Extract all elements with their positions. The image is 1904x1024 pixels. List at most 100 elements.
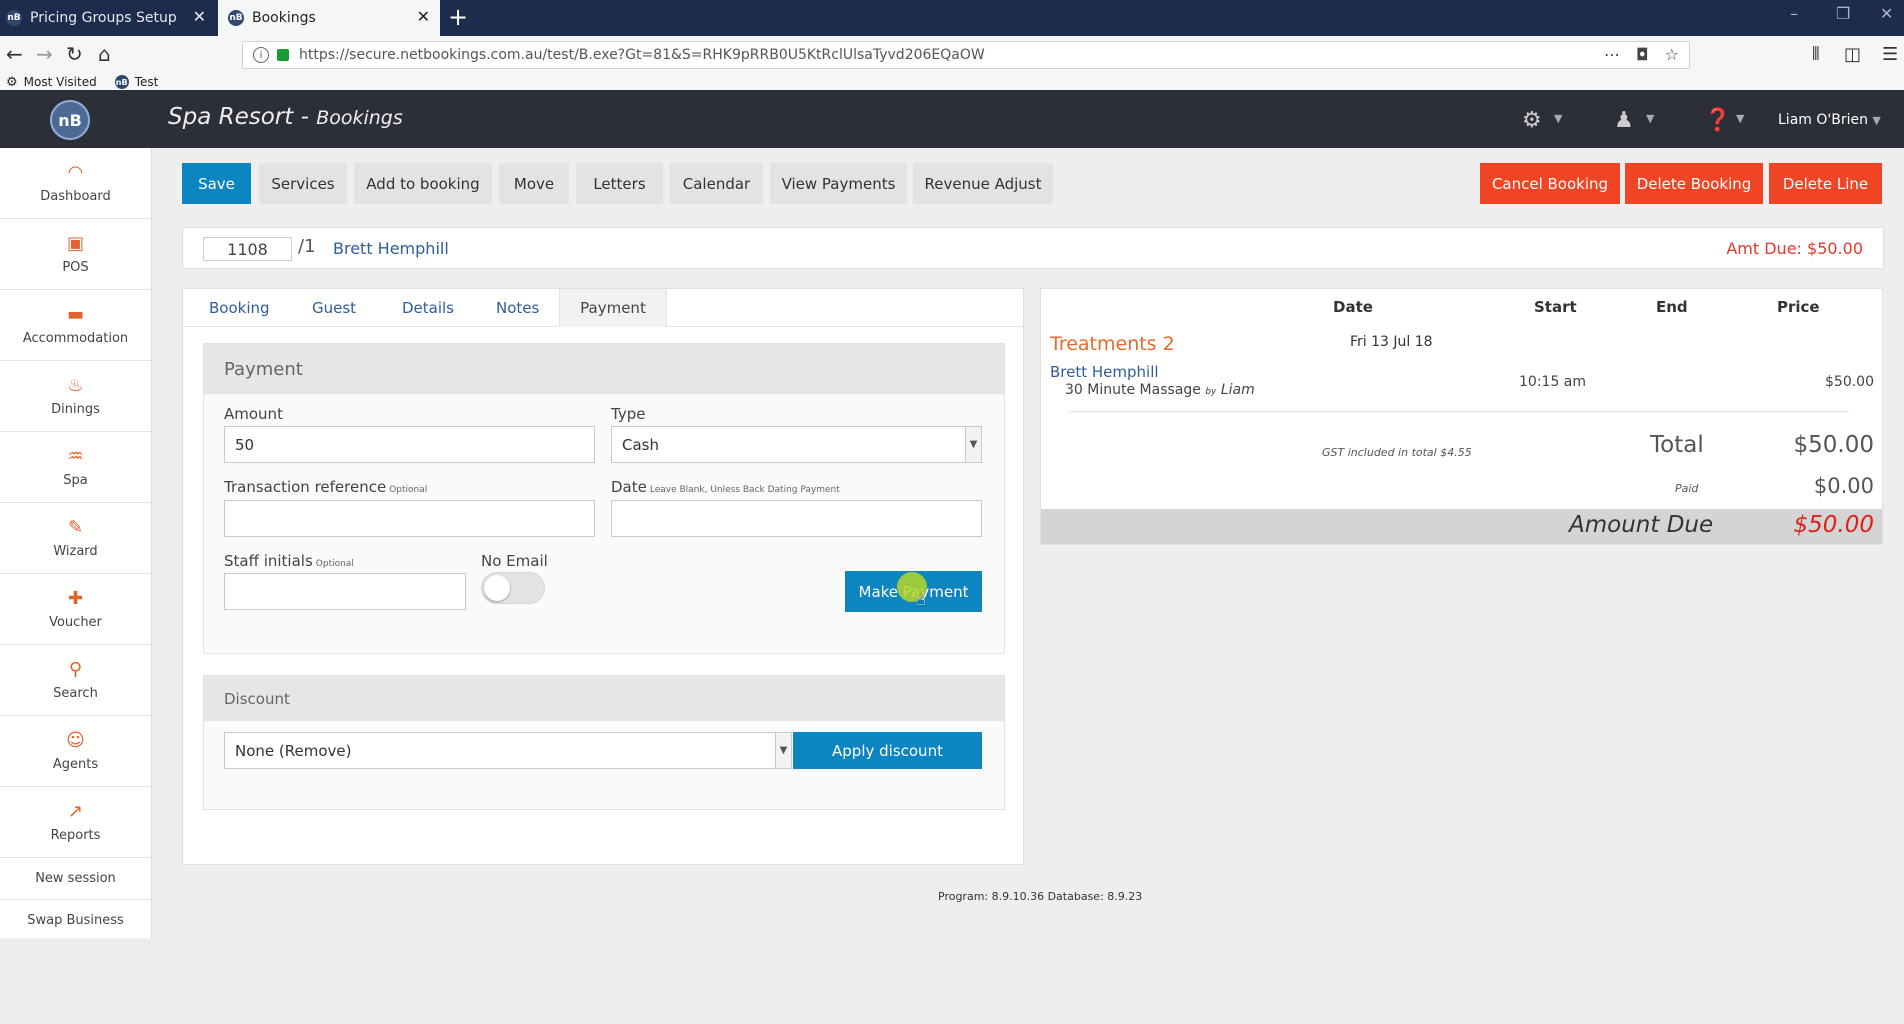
reload-icon[interactable]: ↻ <box>66 42 83 66</box>
chevron-down-icon[interactable]: ▼ <box>1554 112 1562 125</box>
staff-initials-input[interactable] <box>224 573 466 610</box>
sidebar-item-spa[interactable]: ♒ Spa <box>0 432 151 503</box>
close-tab-icon[interactable]: ✕ <box>193 8 206 26</box>
pocket-icon[interactable]: ◘ <box>1636 45 1649 64</box>
url-bar[interactable]: i https://secure.netbookings.com.au/test… <box>242 41 1690 69</box>
letters-button[interactable]: Letters <box>576 163 663 204</box>
forward-arrow-icon[interactable]: → <box>36 42 53 66</box>
tab-booking[interactable]: Booking <box>209 289 270 327</box>
amount-due-value: $50.00 <box>1793 512 1874 538</box>
new-session-link[interactable]: New session <box>0 858 151 900</box>
column-header-start: Start <box>1534 298 1577 316</box>
services-button[interactable]: Services <box>259 163 347 204</box>
close-tab-icon[interactable]: ✕ <box>417 8 430 26</box>
url-text[interactable]: https://secure.netbookings.com.au/test/B… <box>299 47 985 63</box>
spa-icon: ♒ <box>67 445 84 467</box>
browser-tab-pricing-groups[interactable]: nB Pricing Groups Setup ✕ <box>0 0 216 36</box>
amount-due-label: Amount Due <box>1569 512 1714 538</box>
apply-discount-button[interactable]: Apply discount <box>793 732 982 769</box>
save-button[interactable]: Save <box>182 163 251 204</box>
sidebar-item-reports[interactable]: ↗ Reports <box>0 787 151 858</box>
discount-select[interactable]: None (Remove) ▼ <box>224 732 792 769</box>
settings-gear-icon[interactable]: ⚙ <box>1522 108 1542 133</box>
site-info-icon[interactable]: i <box>253 47 269 63</box>
selected-discount: None (Remove) <box>235 741 352 760</box>
cancel-booking-button[interactable]: Cancel Booking <box>1480 163 1620 204</box>
booking-detail-panel: Booking Guest Details Notes Payment Paym… <box>182 288 1024 865</box>
chevron-down-icon[interactable]: ▼ <box>775 733 791 768</box>
bookmark-star-icon[interactable]: ☆ <box>1665 45 1679 64</box>
guest-name-link[interactable]: Brett Hemphill <box>333 239 449 258</box>
back-arrow-icon[interactable]: ← <box>6 42 23 66</box>
chevron-down-icon[interactable]: ▼ <box>1736 112 1744 125</box>
help-question-icon[interactable]: ❓ <box>1704 108 1731 133</box>
browser-tab-title: Pricing Groups Setup <box>30 10 177 26</box>
bookmark-most-visited[interactable]: ⚙ Most Visited <box>6 75 97 90</box>
home-icon[interactable]: ⌂ <box>98 42 111 66</box>
sidebar-item-dinings[interactable]: ♨ Dinings <box>0 361 151 432</box>
page-title: Spa Resort - Bookings <box>168 104 403 130</box>
user-name: Liam O'Brien <box>1778 112 1868 128</box>
staff-user-icon[interactable]: ♟ <box>1614 108 1634 133</box>
amount-label: Amount <box>224 405 283 423</box>
minimize-window-icon[interactable]: – <box>1790 4 1798 23</box>
tab-notes[interactable]: Notes <box>496 289 539 327</box>
library-icon[interactable]: ⫴ <box>1812 44 1820 65</box>
app-logo[interactable]: nB <box>50 100 90 140</box>
version-footer: Program: 8.9.10.36 Database: 8.9.23 <box>938 890 1143 903</box>
column-header-end: End <box>1656 298 1688 316</box>
toggle-knob <box>484 575 510 601</box>
column-header-date: Date <box>1333 298 1373 316</box>
browser-tab-title: Bookings <box>252 10 316 26</box>
view-payments-button[interactable]: View Payments <box>770 163 907 204</box>
by-text: by <box>1205 387 1217 397</box>
tab-payment[interactable]: Payment <box>559 289 667 327</box>
nb-logo-icon: nB <box>114 75 129 89</box>
sidebar-item-label: Accommodation <box>22 330 129 346</box>
app-header: nB Spa Resort - Bookings ⚙ ▼ ♟ ▼ ❓ ▼ Lia… <box>0 90 1904 148</box>
transaction-reference-input[interactable] <box>224 500 595 537</box>
bookmark-test[interactable]: nB Test <box>114 75 158 89</box>
sidebar-item-accommodation[interactable]: ▬ Accommodation <box>0 290 151 361</box>
tab-details[interactable]: Details <box>402 289 454 327</box>
page-actions-icon[interactable]: ⋯ <box>1604 45 1620 64</box>
calendar-button[interactable]: Calendar <box>670 163 763 204</box>
delete-line-button[interactable]: Delete Line <box>1769 163 1882 204</box>
sidebar-toggle-icon[interactable]: ◫ <box>1844 44 1861 65</box>
booking-number-field[interactable]: 1108 <box>203 237 292 261</box>
add-to-booking-button[interactable]: Add to booking <box>354 163 492 204</box>
gear-icon: ⚙ <box>6 74 18 90</box>
payment-type-select[interactable]: Cash ▼ <box>611 426 982 463</box>
sidebar-item-dashboard[interactable]: ◠ Dashboard <box>0 148 151 219</box>
treatment-service: 30 Minute Massage by Liam <box>1065 382 1255 398</box>
tab-guest[interactable]: Guest <box>312 289 356 327</box>
menu-hamburger-icon[interactable]: ☰ <box>1882 44 1898 65</box>
sidebar-item-search[interactable]: ⚲ Search <box>0 645 151 716</box>
booking-header-bar: 1108 /1 Brett Hemphill Amt Due: $50.00 <box>182 227 1884 269</box>
delete-booking-button[interactable]: Delete Booking <box>1625 163 1763 204</box>
sidebar-item-agents[interactable]: ☺ Agents <box>0 716 151 787</box>
sidebar-item-wizard[interactable]: ✎ Wizard <box>0 503 151 574</box>
new-tab-button[interactable]: + <box>448 3 468 31</box>
chevron-down-icon[interactable]: ▼ <box>965 427 981 462</box>
amount-input[interactable]: 50 <box>224 426 595 463</box>
restore-window-icon[interactable]: ❐ <box>1836 4 1850 23</box>
sidebar-item-label: POS <box>62 259 89 275</box>
swap-business-link[interactable]: Swap Business <box>0 900 151 942</box>
discount-section: Discount None (Remove) ▼ Apply discount <box>203 675 1005 810</box>
paid-value: $0.00 <box>1813 474 1874 498</box>
user-menu[interactable]: Liam O'Brien ▼ <box>1778 112 1881 128</box>
no-email-toggle[interactable] <box>481 572 545 604</box>
browser-tab-bookings[interactable]: nB Bookings ✕ <box>218 0 440 36</box>
treatment-guest-link[interactable]: Brett Hemphill <box>1050 363 1159 381</box>
revenue-adjust-button[interactable]: Revenue Adjust <box>913 163 1053 204</box>
close-window-icon[interactable]: ✕ <box>1880 4 1893 23</box>
sidebar-item-voucher[interactable]: ✚ Voucher <box>0 574 151 645</box>
make-payment-button[interactable]: Make Payment <box>845 571 982 612</box>
chevron-down-icon[interactable]: ▼ <box>1646 112 1654 125</box>
service-name: 30 Minute Massage <box>1065 382 1201 398</box>
payment-date-input[interactable] <box>611 500 982 537</box>
move-button[interactable]: Move <box>499 163 569 204</box>
browser-navigation-bar: ← → ↻ ⌂ i https://secure.netbookings.com… <box>0 36 1904 74</box>
sidebar-item-pos[interactable]: ▣ POS <box>0 219 151 290</box>
